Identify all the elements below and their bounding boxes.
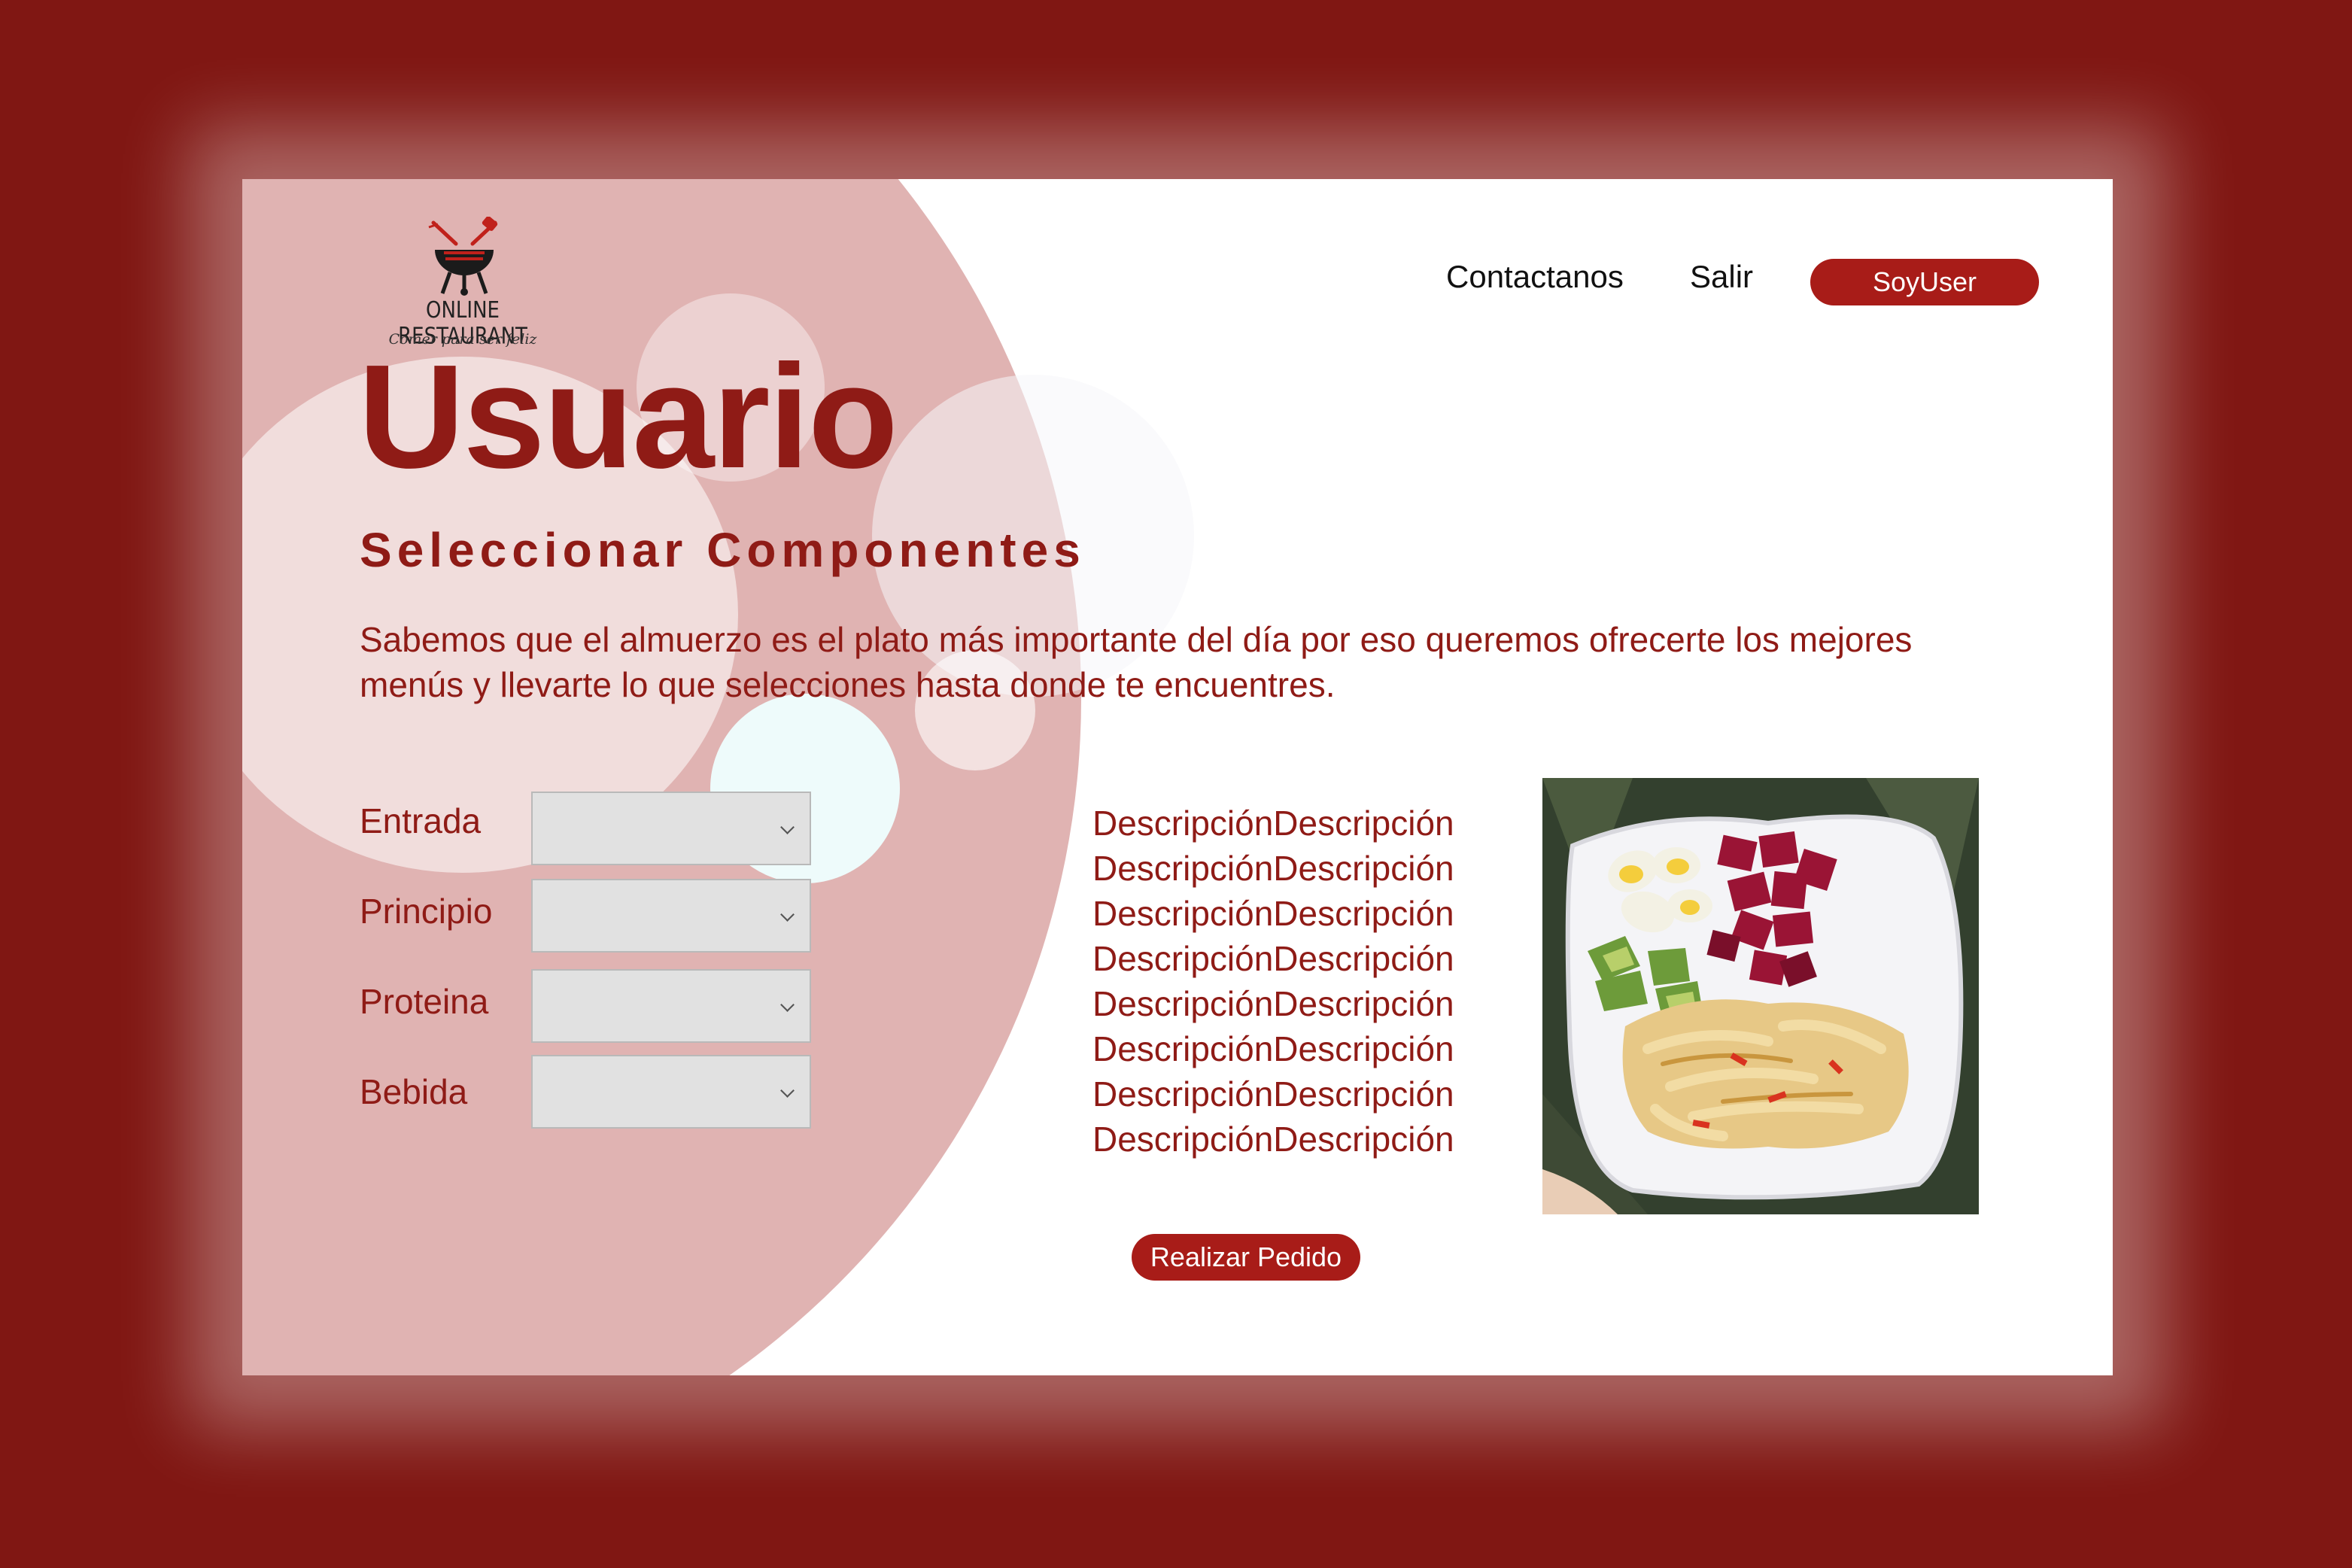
description-line: DescripciónDescripción xyxy=(1092,804,1454,843)
select-entrada[interactable] xyxy=(531,792,811,865)
field-label-principio: Principio xyxy=(360,892,493,931)
page-subtitle: Seleccionar Componentes xyxy=(360,523,1086,577)
description-line: DescripciónDescripción xyxy=(1092,894,1454,933)
chevron-down-icon xyxy=(780,998,795,1012)
description-line: DescripciónDescripción xyxy=(1092,1029,1454,1068)
description-line: DescripciónDescripción xyxy=(1092,849,1454,888)
chevron-down-icon xyxy=(780,907,795,922)
food-photo xyxy=(1542,778,1979,1214)
select-principio[interactable] xyxy=(531,879,811,953)
user-button[interactable]: SoyUser xyxy=(1810,259,2039,305)
field-label-entrada: Entrada xyxy=(360,801,482,840)
description-line: DescripciónDescripción xyxy=(1092,1074,1454,1114)
select-bebida[interactable] xyxy=(531,1055,811,1129)
app-window: ONLINE RESTAURANT Comer para ser feliz C… xyxy=(242,179,2113,1375)
chevron-down-icon xyxy=(780,1083,795,1098)
order-button[interactable]: Realizar Pedido xyxy=(1132,1234,1360,1281)
intro-text: Sabemos que el almuerzo es el plato más … xyxy=(360,620,1913,704)
grill-icon xyxy=(428,217,498,296)
nav-link-contact[interactable]: Contactanos xyxy=(1446,259,1624,295)
page-title: Usuario xyxy=(358,334,898,499)
description-line: DescripciónDescripción xyxy=(1092,984,1454,1023)
description-text: DescripciónDescripción DescripciónDescri… xyxy=(1092,801,1454,1162)
nav-link-exit[interactable]: Salir xyxy=(1690,259,1753,295)
description-line: DescripciónDescripción xyxy=(1092,939,1454,978)
field-label-proteina: Proteina xyxy=(360,982,489,1021)
description-line: DescripciónDescripción xyxy=(1092,1120,1454,1159)
chevron-down-icon xyxy=(780,820,795,834)
field-label-bebida: Bebida xyxy=(360,1072,468,1111)
select-proteina[interactable] xyxy=(531,969,811,1043)
